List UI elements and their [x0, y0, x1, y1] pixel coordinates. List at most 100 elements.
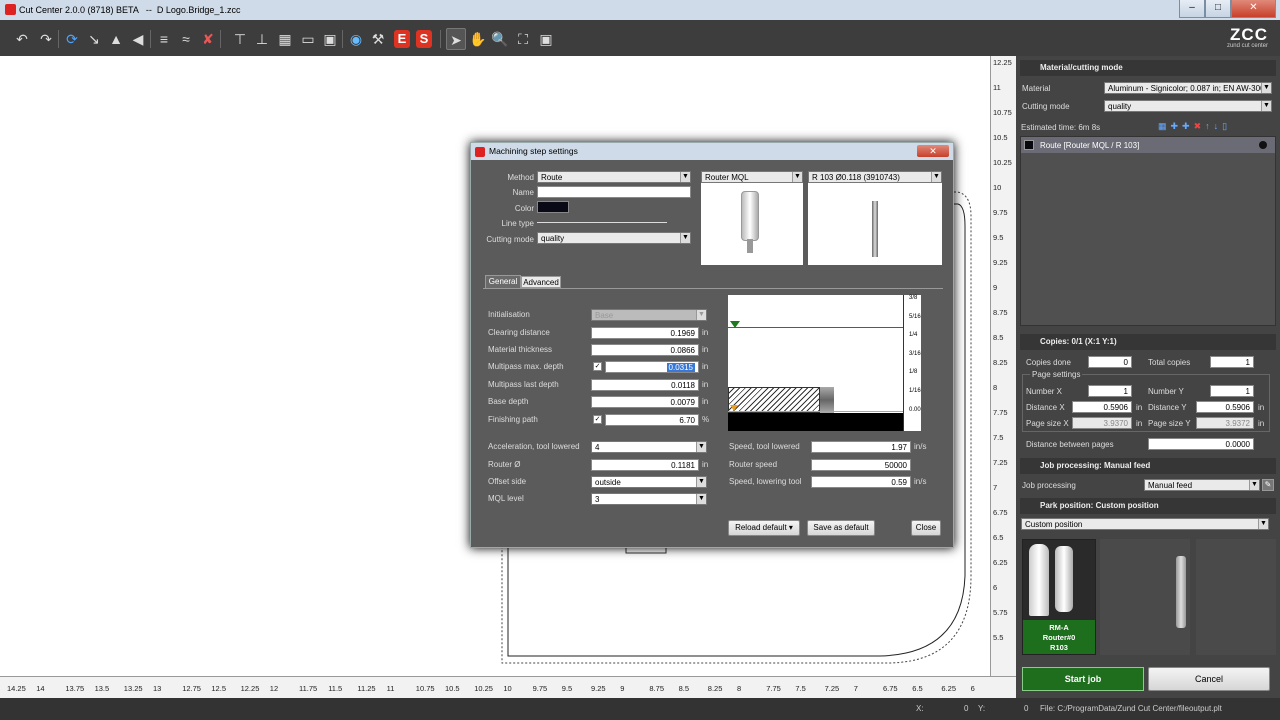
name-input[interactable]	[537, 186, 691, 198]
material-select[interactable]: Aluminum - Signicolor; 0.087 in; EN AW-3…	[1104, 82, 1272, 94]
undo-icon[interactable]: ↶	[12, 28, 32, 50]
list-item[interactable]: Route [Router MQL / R 103]	[1021, 137, 1275, 153]
globe-icon[interactable]: ◉	[346, 28, 366, 50]
close-window-button[interactable]: ✕	[1231, 0, 1276, 18]
method-select[interactable]: Route ▼	[537, 171, 691, 183]
tab-general[interactable]: General	[485, 275, 521, 288]
material-section-header[interactable]: Material/cutting mode	[1020, 60, 1276, 76]
param-label: Initialisation	[488, 310, 530, 319]
machining-step-settings-dialog: Machining step settings ✕ Method Route ▼ …	[470, 142, 954, 548]
tab-advanced[interactable]: Advanced	[521, 276, 561, 288]
tool-slot-empty[interactable]	[1196, 539, 1276, 655]
edit-job-icon[interactable]: ✎	[1262, 479, 1274, 491]
color-swatch[interactable]	[537, 201, 569, 213]
param-select[interactable]: 3 ▼	[591, 493, 707, 505]
distribute-icon[interactable]: ⊤	[230, 28, 250, 50]
save-as-default-button[interactable]: Save as default	[807, 520, 875, 536]
tool-icon[interactable]: ⚒	[368, 28, 388, 50]
param-label: Material thickness	[488, 345, 553, 354]
job-processing-section-header[interactable]: Job processing: Manual feed	[1020, 458, 1276, 474]
param-input[interactable]: 0.0079	[591, 396, 699, 408]
ruler-tick-label: 10.75	[415, 684, 435, 693]
flip-icon[interactable]: ◀	[128, 28, 148, 50]
ruler-tick-label: 10	[993, 183, 1002, 192]
ruler-tick-label: 7.5	[795, 684, 806, 693]
param-label: Offset side	[488, 477, 527, 486]
param-unit: in	[702, 328, 709, 337]
page-size-y-label: Page size Y	[1148, 419, 1191, 428]
tool-select[interactable]: Router MQL ▼	[701, 171, 803, 183]
param-input[interactable]: 0.1181	[591, 459, 699, 471]
param-unit: in	[702, 345, 709, 354]
param-select[interactable]: outside ▼	[591, 476, 707, 488]
zoom-icon[interactable]: 🔍	[490, 28, 510, 50]
grid-icon[interactable]: ▦	[275, 28, 295, 50]
param-input[interactable]: 0.0118	[591, 379, 699, 391]
copy-icon[interactable]: ▭	[298, 28, 318, 50]
ruler-tick-label: 10.5	[445, 684, 460, 693]
rotate-icon[interactable]: ⟳	[62, 28, 82, 50]
pointer-icon[interactable]: ➤	[446, 28, 466, 50]
job-processing-select[interactable]: Manual feed ▼	[1144, 479, 1260, 491]
ruler-tick-label: 10.25	[993, 158, 1012, 167]
distance-y-input[interactable]: 0.5906	[1196, 401, 1254, 413]
zoom-fit-icon[interactable]: ⛶	[513, 28, 533, 50]
tool-slot-selected[interactable]: RM-A Router#0 R103	[1022, 539, 1096, 655]
method-label: Method	[507, 173, 534, 182]
zoom-page-icon[interactable]: ▣	[536, 28, 556, 50]
page-size-y-input: 3.9372	[1196, 417, 1254, 429]
speed-input[interactable]: 0.59	[811, 476, 911, 488]
align-icon[interactable]: ≡	[154, 28, 174, 50]
mirror-icon[interactable]: ▲	[106, 28, 126, 50]
layout-icon[interactable]: ▣	[320, 28, 340, 50]
job-processing-label: Job processing	[1022, 481, 1076, 490]
cutting-mode-select[interactable]: quality ▼	[537, 232, 691, 244]
spacing-icon[interactable]: ⊥	[252, 28, 272, 50]
copies-section-header[interactable]: Copies: 0/1 (X:1 Y:1)	[1020, 334, 1276, 350]
number-y-input[interactable]: 1	[1210, 385, 1254, 397]
dialog-close-icon[interactable]: ✕	[917, 145, 949, 157]
page-settings-label: Page settings	[1030, 370, 1083, 379]
reload-default-button[interactable]: Reload default ▾	[728, 520, 800, 536]
delete-path-icon[interactable]: ✘	[198, 28, 218, 50]
number-x-input[interactable]: 1	[1088, 385, 1132, 397]
step-toolbar-icons[interactable]: ▦✚✚✖↑↓▯	[1158, 121, 1276, 133]
ruler-tick-label: 14	[36, 684, 45, 693]
minimize-button[interactable]: –	[1179, 0, 1205, 18]
speed-input[interactable]: 1.97	[811, 441, 911, 453]
e-icon[interactable]: E	[394, 30, 410, 48]
distance-x-input[interactable]: 0.5906	[1072, 401, 1132, 413]
optimize-icon[interactable]: ≈	[176, 28, 196, 50]
start-job-button[interactable]: Start job	[1022, 667, 1144, 691]
s-icon[interactable]: S	[416, 30, 432, 48]
param-select[interactable]: 4 ▼	[591, 441, 707, 453]
close-button[interactable]: Close	[911, 520, 941, 536]
park-position-section-header[interactable]: Park position: Custom position	[1020, 498, 1276, 514]
hand-icon[interactable]: ✋	[468, 28, 488, 50]
router-image	[747, 239, 753, 253]
cutting-mode-select[interactable]: quality ▼	[1104, 100, 1272, 112]
param-input[interactable]: 6.70	[605, 414, 699, 426]
ruler-tick-label: 9.25	[993, 258, 1008, 267]
distance-between-pages-input[interactable]: 0.0000	[1148, 438, 1254, 450]
redo-icon[interactable]: ↷	[36, 28, 56, 50]
maximize-button[interactable]: □	[1205, 0, 1231, 18]
nudge-icon[interactable]: ↘	[84, 28, 104, 50]
param-input[interactable]: 0.0315	[605, 361, 699, 373]
param-checkbox[interactable]: ✓	[593, 415, 602, 424]
copies-done-input[interactable]: 0	[1088, 356, 1132, 368]
bit-select[interactable]: R 103 Ø0.118 (3910743) ▼	[808, 171, 942, 183]
param-input[interactable]: 0.0866	[591, 344, 699, 356]
speed-unit: in/s	[914, 477, 927, 486]
ruler-tick-label: 10.5	[993, 133, 1008, 142]
speed-input[interactable]: 50000	[811, 459, 911, 471]
tool-holder-image	[1176, 556, 1186, 628]
toolbar-separator	[440, 30, 441, 48]
x-coordinate-label: X:	[916, 704, 924, 713]
line-type-preview[interactable]	[537, 222, 667, 223]
param-input[interactable]: 0.1969	[591, 327, 699, 339]
total-copies-input[interactable]: 1	[1210, 356, 1254, 368]
park-position-select[interactable]: Custom position ▼	[1021, 518, 1269, 530]
cancel-button[interactable]: Cancel	[1148, 667, 1270, 691]
param-checkbox[interactable]: ✓	[593, 362, 602, 371]
